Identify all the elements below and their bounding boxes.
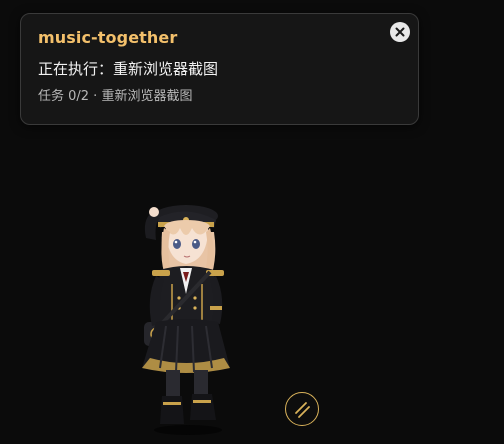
notification-card: music-together 正在执行：重新浏览器截图 任务 0/2 · 重新浏… bbox=[20, 13, 419, 125]
notification-title: music-together bbox=[38, 28, 178, 47]
notification-task-progress: 任务 0/2 · 重新浏览器截图 bbox=[38, 89, 193, 104]
notification-status: 正在执行：重新浏览器截图 bbox=[38, 60, 219, 78]
close-button[interactable] bbox=[390, 22, 410, 42]
desktop-stage: music-together 正在执行：重新浏览器截图 任务 0/2 · 重新浏… bbox=[0, 0, 504, 444]
floating-action-button[interactable] bbox=[285, 392, 319, 426]
close-icon bbox=[395, 27, 405, 37]
stripes-icon bbox=[295, 402, 310, 418]
anime-girl-illustration[interactable] bbox=[130, 198, 250, 438]
